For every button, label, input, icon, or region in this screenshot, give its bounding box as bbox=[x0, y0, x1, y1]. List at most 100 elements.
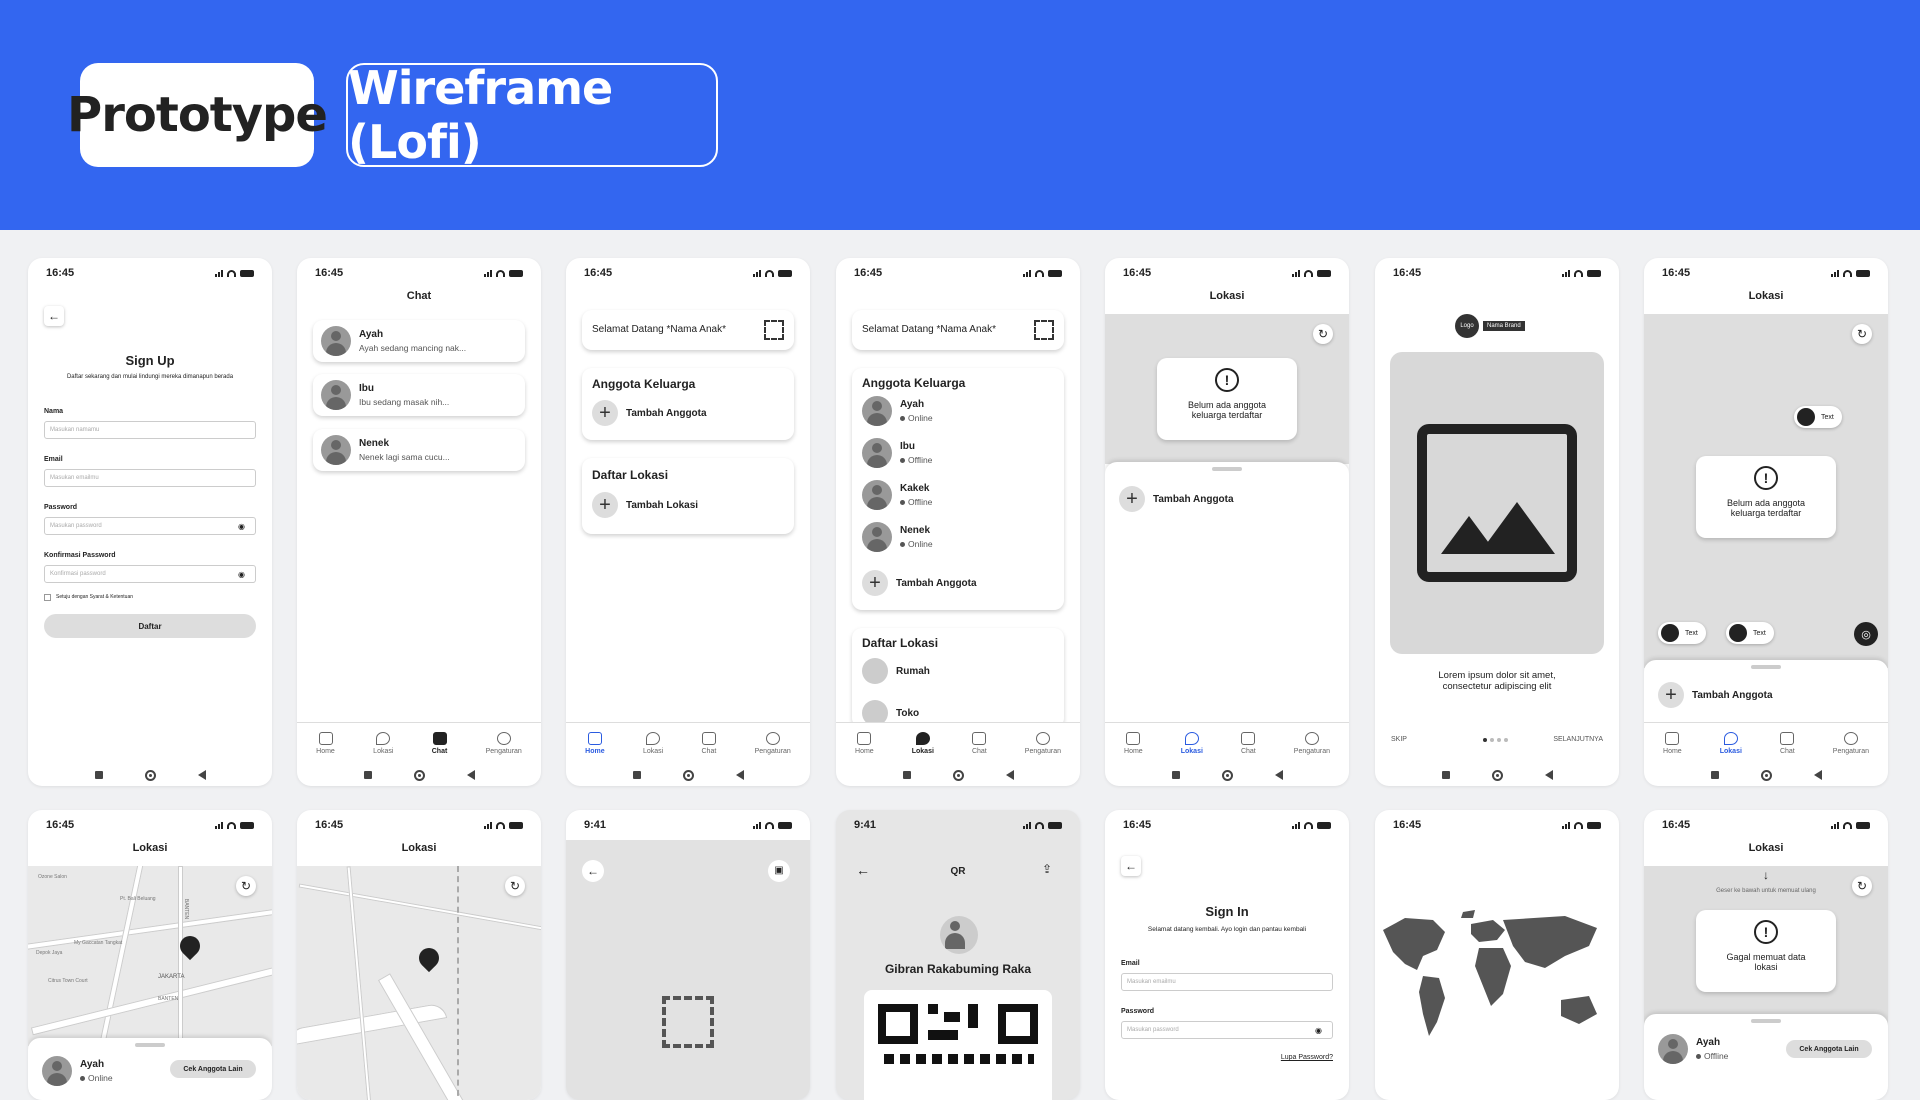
home-circle-icon[interactable] bbox=[144, 769, 156, 781]
eye-icon[interactable]: ◉ bbox=[238, 570, 245, 579]
tab-chat[interactable]: Chat bbox=[1780, 732, 1795, 755]
eye-icon[interactable]: ◉ bbox=[1315, 1026, 1322, 1035]
member-chip[interactable]: Text bbox=[1658, 622, 1706, 644]
tab-chat[interactable]: Chat bbox=[972, 732, 987, 755]
tab-label: Chat bbox=[971, 748, 987, 755]
agree-checkbox[interactable] bbox=[44, 594, 51, 601]
back-triangle-icon[interactable] bbox=[1544, 770, 1553, 780]
chat-item[interactable]: Ibu Ibu sedang masak nih... bbox=[313, 374, 525, 416]
cek-anggota-button[interactable]: Cek Anggota Lain bbox=[1786, 1040, 1872, 1058]
member-chip[interactable]: Text bbox=[1794, 406, 1842, 428]
sheet-handle[interactable] bbox=[135, 1043, 165, 1047]
email-input[interactable]: Masukan emailmu bbox=[1121, 973, 1333, 991]
tab-label: Home bbox=[585, 748, 605, 755]
refresh-icon[interactable]: ↻ bbox=[1313, 324, 1333, 344]
page-title: Lokasi bbox=[1209, 290, 1245, 302]
button-label: Tambah Anggota bbox=[1153, 493, 1234, 505]
back-triangle-icon[interactable] bbox=[1005, 770, 1014, 780]
recents-icon[interactable] bbox=[1710, 771, 1719, 779]
tambah-anggota-button[interactable]: + Tambah Anggota bbox=[1658, 682, 1773, 708]
tab-chat[interactable]: Chat bbox=[432, 732, 447, 755]
back-triangle-icon[interactable] bbox=[1274, 770, 1283, 780]
home-circle-icon[interactable] bbox=[1491, 769, 1503, 781]
tab-home[interactable]: Home bbox=[855, 732, 874, 755]
member-row[interactable]: Nenek Online bbox=[862, 522, 933, 552]
tambah-anggota-button[interactable]: + Tambah Anggota bbox=[592, 400, 707, 426]
recents-icon[interactable] bbox=[1171, 771, 1180, 779]
skip-button[interactable]: SKIP bbox=[1391, 736, 1407, 743]
cek-anggota-button[interactable]: Cek Anggota Lain bbox=[170, 1060, 256, 1078]
back-triangle-icon[interactable] bbox=[735, 770, 744, 780]
refresh-icon[interactable]: ↻ bbox=[505, 876, 525, 896]
back-arrow-icon[interactable]: ← bbox=[44, 306, 64, 326]
tab-chat[interactable]: Chat bbox=[702, 732, 716, 755]
home-circle-icon[interactable] bbox=[1221, 769, 1233, 781]
tab-home[interactable]: Home bbox=[316, 732, 335, 755]
home-circle-icon[interactable] bbox=[413, 769, 425, 781]
recents-icon[interactable] bbox=[363, 771, 372, 779]
home-circle-icon[interactable] bbox=[1760, 769, 1772, 781]
chat-item[interactable]: Nenek Nenek lagi sama cucu... bbox=[313, 429, 525, 471]
member-row[interactable]: Ibu Offline bbox=[862, 438, 932, 468]
sheet-handle[interactable] bbox=[1212, 467, 1242, 471]
recents-icon[interactable] bbox=[94, 771, 103, 779]
back-triangle-icon[interactable] bbox=[466, 770, 475, 780]
konfirmasi-input[interactable]: Konfirmasi password bbox=[44, 565, 256, 583]
tab-home[interactable]: Home bbox=[585, 732, 605, 755]
location-row[interactable]: Rumah bbox=[862, 658, 930, 684]
recents-icon[interactable] bbox=[632, 771, 641, 779]
tab-lokasi[interactable]: Lokasi bbox=[1720, 732, 1742, 755]
forgot-password-link[interactable]: Lupa Password? bbox=[1281, 1054, 1333, 1061]
tab-pengaturan[interactable]: Pengaturan bbox=[1833, 732, 1869, 755]
member-chip[interactable]: Text bbox=[1726, 622, 1774, 644]
member-row[interactable]: Ayah Offline bbox=[1658, 1034, 1728, 1064]
tab-chat[interactable]: Chat bbox=[1241, 732, 1256, 755]
password-input[interactable]: Masukan password bbox=[44, 517, 256, 535]
tab-lokasi[interactable]: Lokasi bbox=[373, 732, 393, 755]
refresh-icon[interactable]: ↻ bbox=[1852, 876, 1872, 896]
tab-lokasi[interactable]: Lokasi bbox=[643, 732, 663, 755]
chat-item[interactable]: Ayah Ayah sedang mancing nak... bbox=[313, 320, 525, 362]
map-pin-icon[interactable] bbox=[414, 943, 444, 973]
sheet-handle[interactable] bbox=[1751, 1019, 1781, 1023]
member-row[interactable]: Ayah Online bbox=[42, 1056, 113, 1086]
back-triangle-icon[interactable] bbox=[197, 770, 206, 780]
tambah-lokasi-button[interactable]: + Tambah Lokasi bbox=[592, 492, 698, 518]
map-view[interactable] bbox=[297, 866, 541, 1100]
eye-icon[interactable]: ◉ bbox=[238, 522, 245, 531]
refresh-icon[interactable]: ↻ bbox=[1852, 324, 1872, 344]
tab-home[interactable]: Home bbox=[1663, 732, 1682, 755]
recents-icon[interactable] bbox=[902, 771, 911, 779]
map-view[interactable]: Ozone Salon BANTEN Pt. Bali Beluang JAKA… bbox=[28, 866, 272, 1046]
back-triangle-icon[interactable] bbox=[1813, 770, 1822, 780]
back-arrow-icon[interactable]: ← bbox=[582, 860, 604, 882]
tambah-anggota-button[interactable]: + Tambah Anggota bbox=[1119, 486, 1234, 512]
email-input[interactable]: Masukan emailmu bbox=[44, 469, 256, 487]
nama-input[interactable]: Masukan namamu bbox=[44, 421, 256, 439]
member-row[interactable]: Ayah Online bbox=[862, 396, 933, 426]
refresh-icon[interactable]: ↻ bbox=[236, 876, 256, 896]
recents-icon[interactable] bbox=[1441, 771, 1450, 779]
home-circle-icon[interactable] bbox=[682, 769, 694, 781]
gallery-icon[interactable]: ▣ bbox=[768, 860, 790, 882]
next-button[interactable]: SELANJUTNYA bbox=[1553, 736, 1603, 743]
sheet-handle[interactable] bbox=[1751, 665, 1781, 669]
qr-scan-icon[interactable] bbox=[764, 320, 784, 340]
member-row[interactable]: Kakek Offline bbox=[862, 480, 932, 510]
tab-pengaturan[interactable]: Pengaturan bbox=[1294, 732, 1330, 755]
tab-pengaturan[interactable]: Pengaturan bbox=[755, 732, 791, 755]
tab-pengaturan[interactable]: Pengaturan bbox=[486, 732, 522, 755]
tab-pengaturan[interactable]: Pengaturan bbox=[1025, 732, 1061, 755]
tab-home[interactable]: Home bbox=[1124, 732, 1143, 755]
qr-scan-icon[interactable] bbox=[1034, 320, 1054, 340]
tambah-anggota-button[interactable]: + Tambah Anggota bbox=[862, 570, 977, 596]
status-time: 9:41 bbox=[584, 819, 607, 831]
back-arrow-icon[interactable]: ← bbox=[1121, 856, 1141, 876]
home-circle-icon[interactable] bbox=[952, 769, 964, 781]
locate-icon[interactable]: ◎ bbox=[1854, 622, 1878, 646]
password-input[interactable]: Masukan password bbox=[1121, 1021, 1333, 1039]
share-icon[interactable]: ⇪ bbox=[1042, 862, 1052, 876]
tab-lokasi[interactable]: Lokasi bbox=[1181, 732, 1203, 755]
tab-lokasi[interactable]: Lokasi bbox=[912, 732, 934, 755]
daftar-button[interactable]: Daftar bbox=[44, 614, 256, 638]
